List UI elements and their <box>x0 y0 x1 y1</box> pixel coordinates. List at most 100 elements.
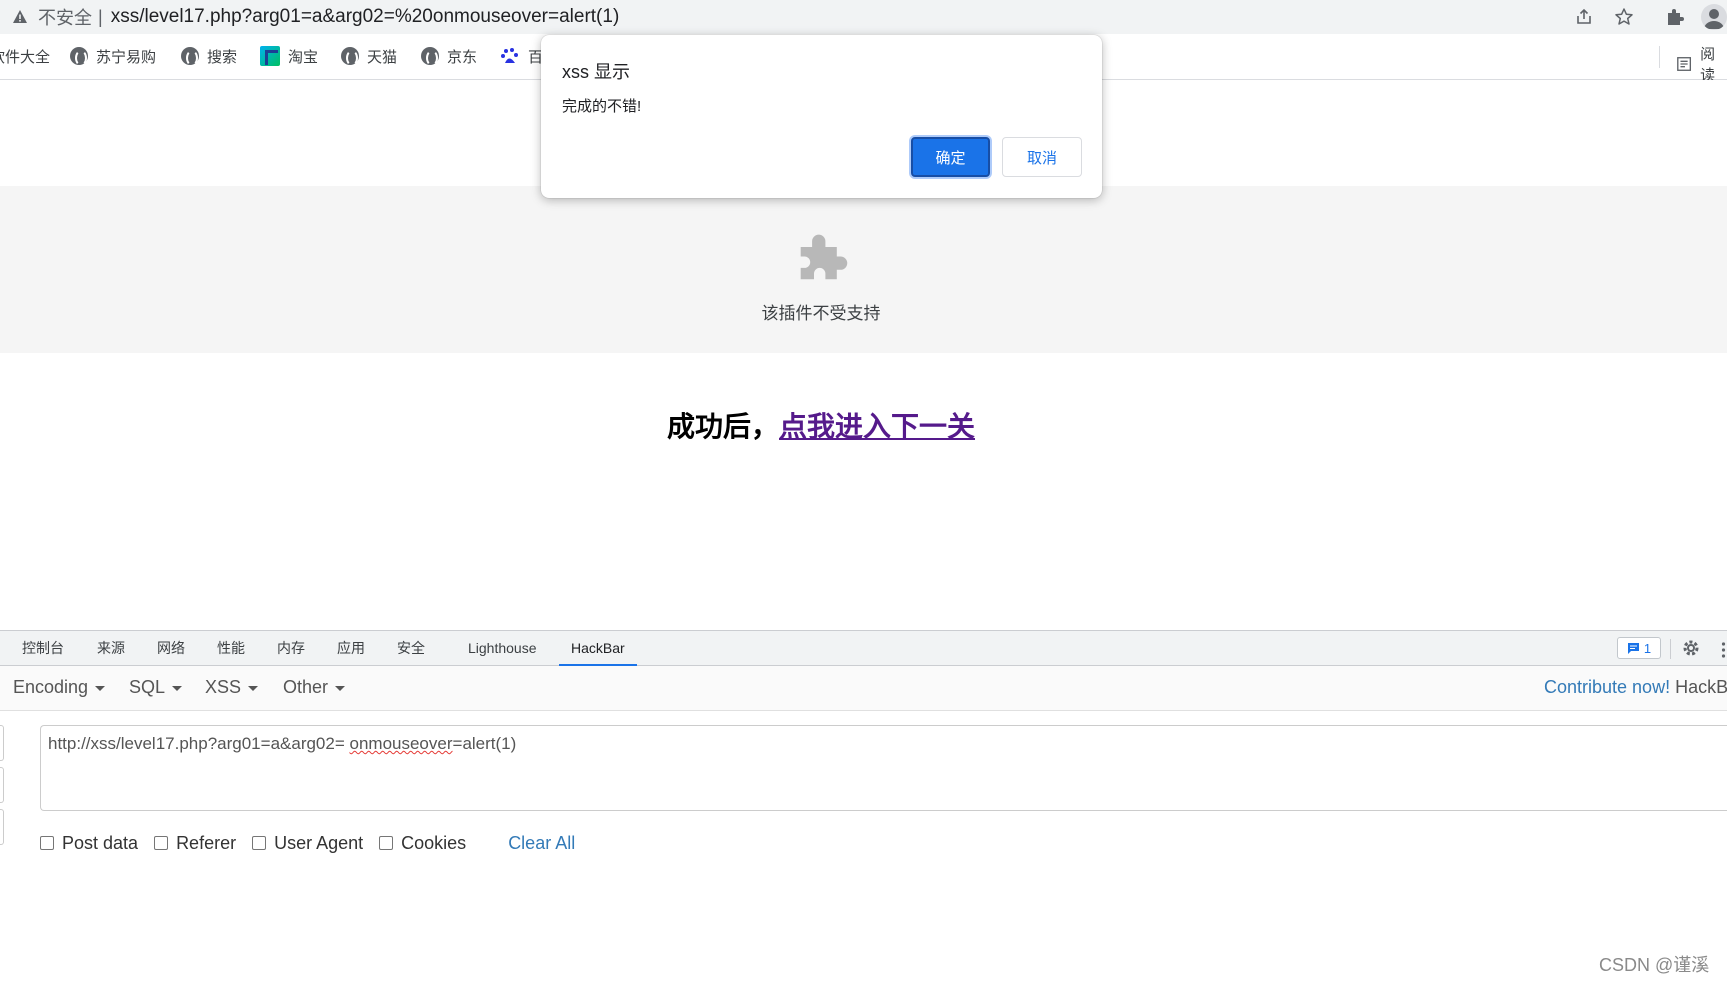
hackbar-url-input[interactable]: http://xss/level17.php?arg01=a&arg02= on… <box>40 725 1727 811</box>
tab-security[interactable]: 安全 <box>397 631 425 665</box>
reading-list-label: 阅读 <box>1700 46 1716 84</box>
clear-all-link[interactable]: Clear All <box>508 833 575 854</box>
url-text-flagged: onmouseover <box>349 734 453 753</box>
devtools-tabbar: 控制台 来源 网络 性能 内存 应用 安全 Lighthouse HackBar… <box>0 631 1727 666</box>
bookmark-label: 软件大全 <box>0 48 51 66</box>
omnibox[interactable]: 不安全 | xss/level17.php?arg01=a&arg02=%20o… <box>0 1 1648 33</box>
message-icon <box>1627 642 1639 654</box>
post-data-option[interactable]: Post data <box>40 833 138 854</box>
issues-count: 1 <box>1643 640 1652 656</box>
tab-application[interactable]: 应用 <box>337 631 365 665</box>
xss-dropdown[interactable]: XSS <box>205 677 259 698</box>
plugin-puzzle-icon <box>795 230 851 291</box>
caret-down-icon <box>95 686 106 691</box>
globe-icon <box>341 47 359 66</box>
referer-checkbox[interactable] <box>154 836 169 850</box>
referer-option[interactable]: Referer <box>154 833 236 854</box>
bookmark-software[interactable]: 软件大全 <box>0 43 50 69</box>
tab-hackbar[interactable]: HackBar <box>559 631 637 666</box>
tab-memory[interactable]: 内存 <box>277 631 305 665</box>
reading-list-button[interactable]: 阅读 <box>1676 43 1727 85</box>
devtools-panel: 控制台 来源 网络 性能 内存 应用 安全 Lighthouse HackBar… <box>0 630 1727 983</box>
more-options-icon[interactable] <box>1720 641 1727 659</box>
bookmark-suning[interactable]: 苏宁易购 <box>70 43 156 69</box>
bookmark-label: 搜索 <box>207 48 238 66</box>
contribute-link[interactable]: Contribute now! HackBa <box>1544 677 1727 698</box>
contribute-text: Contribute now! <box>1544 677 1671 697</box>
cookies-checkbox[interactable] <box>379 836 394 850</box>
dropdown-label: Encoding <box>13 677 89 697</box>
globe-icon <box>421 47 439 66</box>
bookmark-search[interactable]: 搜索 <box>181 43 237 69</box>
sql-dropdown[interactable]: SQL <box>129 677 183 698</box>
tab-lighthouse[interactable]: Lighthouse <box>468 631 537 665</box>
devtools-divider <box>1670 639 1671 659</box>
bookmark-tmall[interactable]: 天猫 <box>341 43 397 69</box>
dropdown-label: SQL <box>129 677 166 697</box>
dialog-ok-button[interactable]: 确定 <box>911 137 990 177</box>
caret-down-icon <box>172 686 183 691</box>
browser-toolbar: 不安全 | xss/level17.php?arg01=a&arg02=%20o… <box>0 0 1727 34</box>
encoding-dropdown[interactable]: Encoding <box>13 677 106 698</box>
share-icon[interactable] <box>1572 5 1596 29</box>
alert-dialog: xss 显示 完成的不错! 确定 取消 <box>541 35 1102 198</box>
url-text-prefix: http://xss/level17.php?arg01=a&arg02= <box>48 734 350 753</box>
bookmark-baidu[interactable]: 百 <box>500 43 543 69</box>
bookmark-label: 京东 <box>447 48 478 66</box>
dropdown-label: Other <box>283 677 329 697</box>
watermark: CSDN @谨溪 <box>1599 955 1710 975</box>
tab-sources[interactable]: 来源 <box>97 631 125 665</box>
bookmark-star-icon[interactable] <box>1612 5 1636 29</box>
bookmark-label: 天猫 <box>367 48 398 66</box>
tab-console[interactable]: 控制台 <box>22 631 64 665</box>
baidu-icon <box>500 46 520 66</box>
tab-performance[interactable]: 性能 <box>217 631 245 665</box>
dropdown-label: XSS <box>205 677 242 697</box>
bookmark-taobao[interactable]: 淘宝 <box>260 43 318 69</box>
next-level-link[interactable]: 点我进入下一关 <box>779 411 975 442</box>
url-text-suffix: =alert(1) <box>452 734 517 753</box>
bookmark-label: 淘宝 <box>288 48 319 66</box>
issues-badge[interactable]: 1 <box>1617 637 1661 659</box>
extensions-puzzle-icon[interactable] <box>1663 5 1687 29</box>
globe-icon <box>181 47 199 66</box>
split-url-button[interactable] <box>0 767 4 803</box>
security-label[interactable]: 不安全 <box>38 4 92 30</box>
taobao-icon <box>260 46 280 66</box>
load-url-button[interactable] <box>0 725 4 761</box>
cookies-option[interactable]: Cookies <box>379 833 466 854</box>
bookmark-label: 苏宁易购 <box>96 48 157 66</box>
hackbar-menu: Encoding SQL XSS Other Contribute now! H… <box>0 666 1727 711</box>
dialog-title: xss 显示 <box>562 62 631 82</box>
omnibox-actions <box>1572 1 1648 33</box>
url-separator: | <box>98 6 103 27</box>
hackbar-options: Post data Referer User Agent Cookies Cle… <box>40 831 575 855</box>
success-prefix: 成功后， <box>666 411 779 442</box>
globe-icon <box>70 47 88 66</box>
success-message: 成功后，点我进入下一关 <box>0 405 1642 445</box>
option-label: Cookies <box>401 832 467 853</box>
option-label: Referer <box>176 832 237 853</box>
profile-avatar-icon[interactable] <box>1701 4 1727 30</box>
dialog-cancel-button[interactable]: 取消 <box>1002 137 1082 177</box>
address-url[interactable]: xss/level17.php?arg01=a&arg02=%20onmouse… <box>111 6 620 28</box>
plugin-placeholder: 该插件不受支持 <box>0 186 1727 353</box>
option-label: User Agent <box>274 832 364 853</box>
bookmark-jd[interactable]: 京东 <box>421 43 477 69</box>
plugin-unsupported-message: 该插件不受支持 <box>761 304 881 323</box>
other-dropdown[interactable]: Other <box>283 677 346 698</box>
dialog-message: 完成的不错! <box>562 98 642 115</box>
user-agent-checkbox[interactable] <box>252 836 267 850</box>
post-data-checkbox[interactable] <box>40 836 54 850</box>
gear-icon[interactable] <box>1681 638 1701 663</box>
caret-down-icon <box>248 686 259 691</box>
option-label: Post data <box>62 832 139 853</box>
bookmarks-divider <box>1659 46 1660 68</box>
reading-list-icon <box>1677 57 1692 71</box>
tab-network[interactable]: 网络 <box>157 631 185 665</box>
hackbar-brand: HackBa <box>1675 677 1727 697</box>
warning-icon[interactable] <box>8 5 32 29</box>
user-agent-option[interactable]: User Agent <box>252 833 363 854</box>
caret-down-icon <box>335 686 346 691</box>
execute-button[interactable] <box>0 809 4 845</box>
